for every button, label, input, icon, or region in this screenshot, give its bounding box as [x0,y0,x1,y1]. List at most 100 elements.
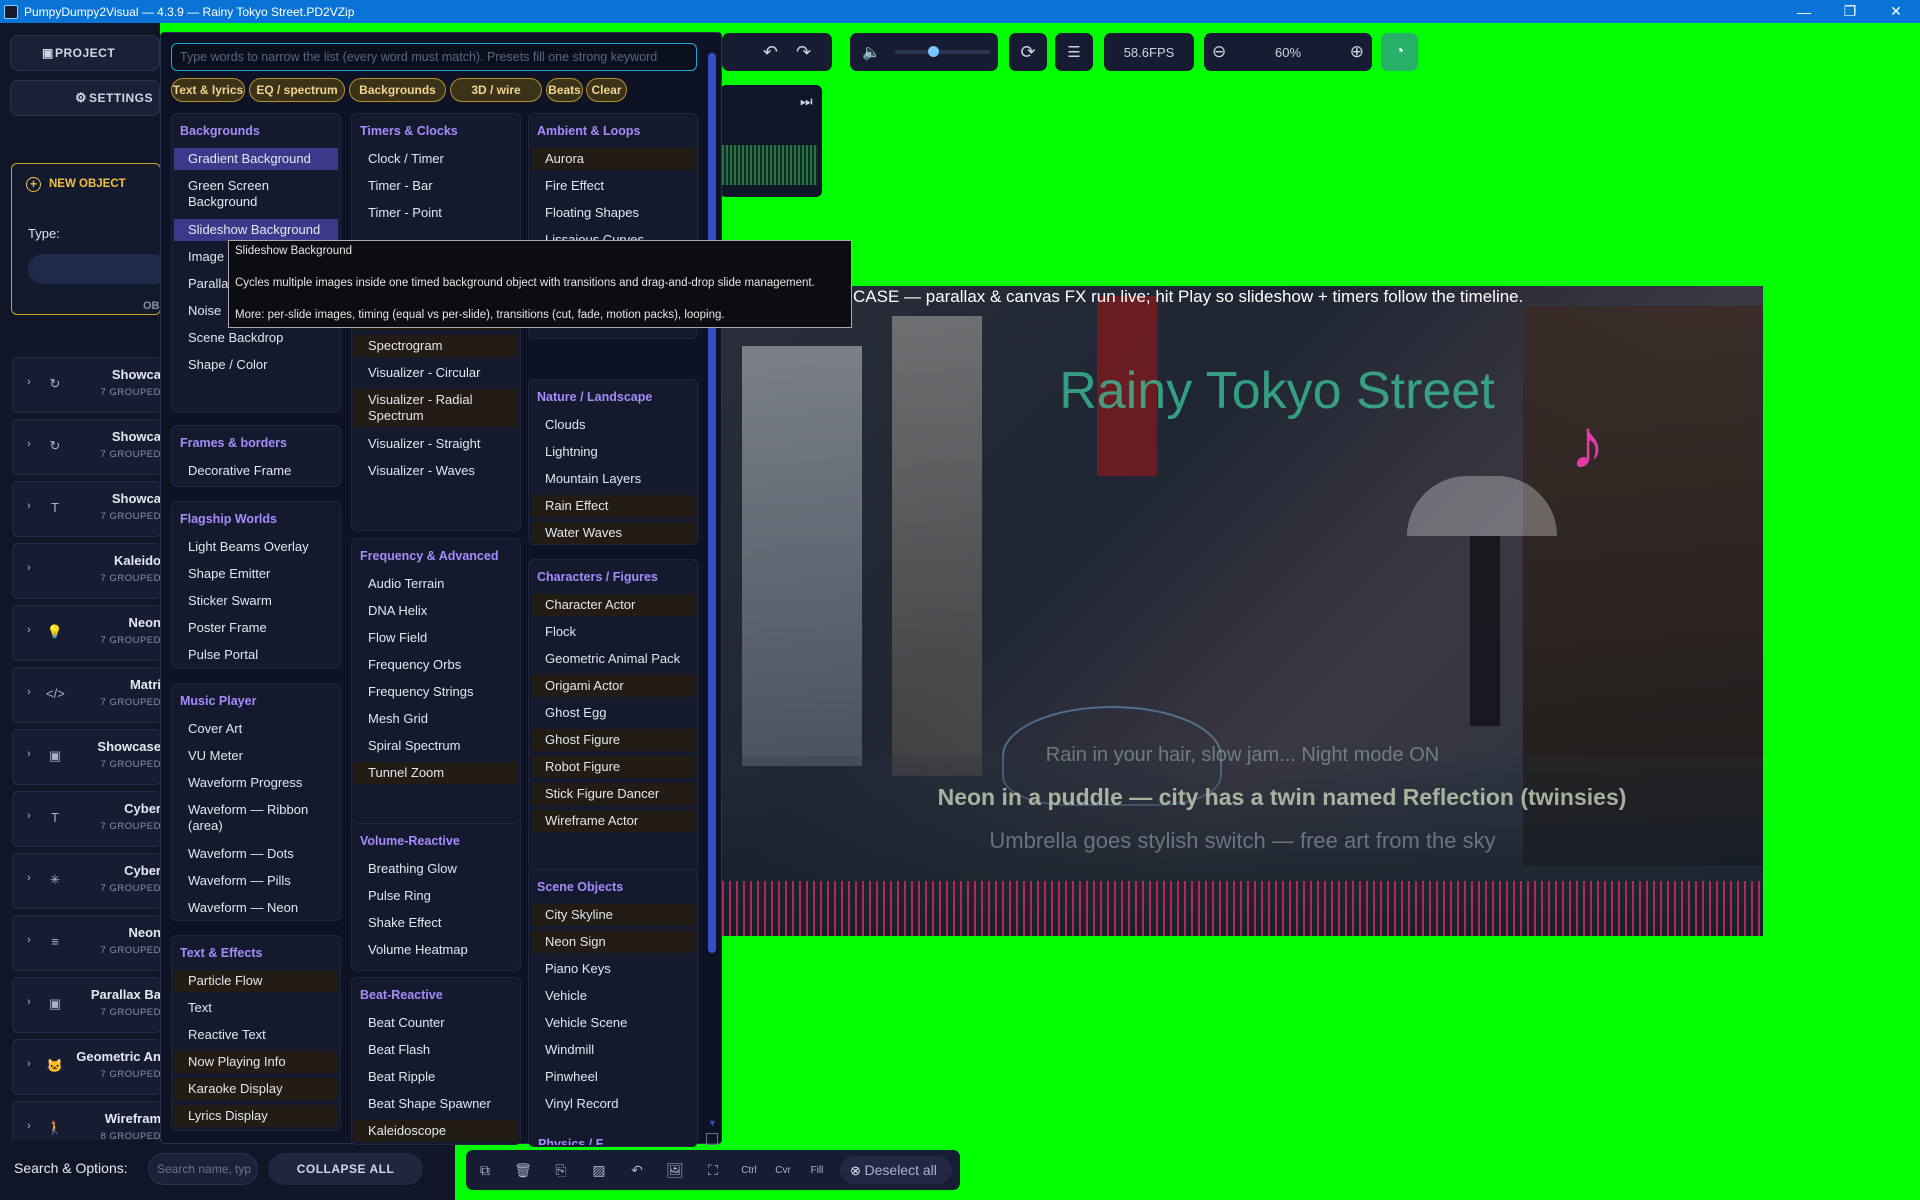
picker-item[interactable]: Clock / Timer [354,148,518,170]
image-icon[interactable]: ▨ [580,1162,618,1179]
copy-icon[interactable]: ⎘ [542,1162,580,1179]
fill-button[interactable]: Fill [800,1165,834,1176]
chevron-right-icon[interactable]: › [27,810,31,822]
picker-item[interactable]: Kaleidoscope [354,1120,518,1142]
picker-item[interactable]: Karaoke Display [174,1078,338,1100]
object-row[interactable]: › ▣ Showcase 7 GROUPED [12,729,162,785]
deselect-all-button[interactable]: ⊗ Deselect all [840,1156,952,1184]
picker-item[interactable]: Waveform — Dots [174,843,338,865]
picker-item[interactable]: Mesh Grid [354,708,518,730]
object-row[interactable]: › </> Matri 7 GROUPED [12,667,162,723]
chevron-right-icon[interactable]: › [27,376,31,388]
picker-item[interactable]: Particle Flow [174,970,338,992]
object-row[interactable]: › Kaleido 7 GROUPED [12,543,162,599]
chevron-right-icon[interactable]: › [27,1058,31,1070]
chevron-right-icon[interactable]: › [27,872,31,884]
picker-item[interactable]: Flow Field [354,627,518,649]
picker-item[interactable]: Slideshow Background [174,219,338,241]
preset-chip[interactable]: Text & lyrics [171,78,245,102]
minimize-icon[interactable]: — [1781,0,1827,23]
chevron-right-icon[interactable]: › [27,624,31,636]
picker-item[interactable]: Light Beams Overlay [174,536,338,558]
picker-scrollbar[interactable] [708,51,716,1121]
picker-item[interactable]: Poster Frame [174,617,338,639]
chevron-right-icon[interactable]: › [27,686,31,698]
picker-item[interactable]: Gradient Background [174,148,338,170]
new-object-header[interactable]: + NEW OBJECT [12,164,160,204]
chevron-right-icon[interactable]: › [27,562,31,574]
picker-item[interactable]: Pulse Ring [354,885,518,907]
picker-item[interactable]: Spiral Spectrum [354,735,518,757]
picker-item[interactable]: Waveform — Neon [174,897,338,919]
picker-item[interactable]: Clouds [531,414,695,436]
picker-item[interactable]: Shape / Color [174,354,338,376]
picker-item[interactable]: Character Actor [531,594,695,616]
maximize-icon[interactable]: ❐ [1827,0,1873,23]
picker-search-input[interactable]: Type words to narrow the list (every wor… [171,43,697,71]
volume-icon[interactable]: 🔈 [862,43,881,61]
zoom-in-icon[interactable]: ⊕ [1350,42,1364,62]
picker-item[interactable]: Geometric Animal Pack [531,648,695,670]
chevron-right-icon[interactable]: › [27,500,31,512]
duplicate-icon[interactable]: ⧉ [466,1162,504,1179]
picker-item[interactable]: Shape Emitter [174,563,338,585]
redo-icon[interactable]: ↷ [796,42,811,63]
preset-chip[interactable]: 3D / wire [450,78,542,102]
picker-item[interactable]: Water Waves [531,522,695,544]
picker-item[interactable]: Beat Counter [354,1012,518,1034]
picker-item[interactable]: Visualizer - Radial Spectrum [354,389,518,427]
picker-item[interactable]: Audio Terrain [354,573,518,595]
picker-item[interactable]: Lyrics Display [174,1105,338,1127]
fullscreen-icon[interactable]: ⛶ [694,1162,732,1179]
picker-item[interactable]: Waveform Progress [174,772,338,794]
resize-handle[interactable] [706,1133,718,1145]
picker-item[interactable]: Robot Figure [531,756,695,778]
picker-item[interactable]: Beat Flash [354,1039,518,1061]
picker-item[interactable]: Reactive Text [174,1024,338,1046]
picker-item[interactable]: Now Playing Info [174,1051,338,1073]
picker-item[interactable]: Vinyl Record [531,1093,695,1115]
skip-end-icon[interactable]: ⏭ [800,93,813,110]
picker-item[interactable]: Fire Effect [531,175,695,197]
picker-item[interactable]: Visualizer - Circular [354,362,518,384]
picker-item[interactable]: Rain Effect [531,495,695,517]
object-row[interactable]: › T Showca 7 GROUPED [12,481,162,537]
cover-button[interactable]: Cvr [766,1165,800,1176]
picker-item[interactable]: Visualizer - Waves [354,460,518,482]
center-button[interactable]: Ctrl [732,1165,766,1176]
picker-item[interactable]: Sticker Swarm [174,590,338,612]
picker-item[interactable]: Spectrogram [354,335,518,357]
picker-item[interactable]: Piano Keys [531,958,695,980]
object-row[interactable]: › ≡ Neon 7 GROUPED [12,915,162,971]
preview-canvas[interactable]: ♪ CASE — parallax & canvas FX run live; … [722,286,1763,936]
picker-item[interactable]: Breathing Glow [354,858,518,880]
loop-button[interactable]: ⟳ [1009,33,1047,71]
picker-item[interactable]: Ghost Figure [531,729,695,751]
scrollbar-thumb[interactable] [708,53,716,953]
tab-project[interactable]: ▣ PROJECT [10,35,160,71]
picker-item[interactable]: Windmill [531,1039,695,1061]
picker-item[interactable]: Aurora [531,148,695,170]
undo-icon[interactable]: ↶ [618,1162,656,1179]
picker-item[interactable]: Beat Ripple [354,1066,518,1088]
preset-chip[interactable]: EQ / spectrum [249,78,345,102]
preset-chip[interactable]: Beats [546,78,583,102]
chevron-right-icon[interactable]: › [27,1120,31,1132]
picker-item[interactable]: VU Meter [174,745,338,767]
picker-item[interactable]: Ghost Egg [531,702,695,724]
object-row[interactable]: › ↻ Showca 7 GROUPED [12,357,162,413]
picker-item[interactable]: Frequency Orbs [354,654,518,676]
picker-item[interactable]: Lightning [531,441,695,463]
collapse-all-button[interactable]: COLLAPSE ALL [268,1153,423,1185]
trash-icon[interactable]: 🗑 [504,1162,542,1179]
picker-item[interactable]: Visualizer - Straight [354,433,518,455]
chevron-right-icon[interactable]: › [27,748,31,760]
picker-item[interactable]: Pulse Portal [174,644,338,666]
picture-icon[interactable]: 🖼 [656,1162,694,1179]
picker-item[interactable]: Scene Backdrop [174,327,338,349]
type-select[interactable] [28,254,168,284]
undo-icon[interactable]: ↶ [763,42,778,63]
picker-item[interactable]: Waveform — Pills [174,870,338,892]
chevron-right-icon[interactable]: › [27,996,31,1008]
volume-slider-knob[interactable] [927,46,939,57]
